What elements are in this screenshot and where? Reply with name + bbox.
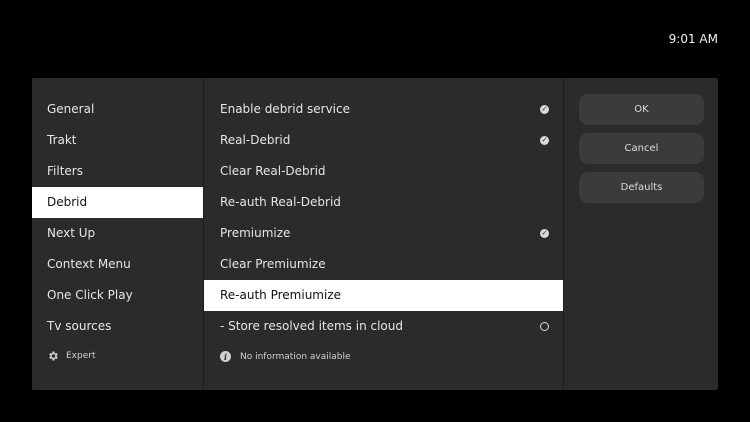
setting-description: i No information available — [220, 351, 351, 362]
setting-reauth-real-debrid[interactable]: Re-auth Real-Debrid — [204, 187, 563, 218]
dialog-buttons: OK Cancel Defaults — [564, 78, 718, 390]
check-icon: ✓ — [540, 136, 549, 145]
category-tv-sources[interactable]: Tv sources — [32, 311, 203, 342]
setting-premiumize[interactable]: Premiumize ✓ — [204, 218, 563, 249]
setting-clear-premiumize[interactable]: Clear Premiumize — [204, 249, 563, 280]
radio-off-icon — [540, 322, 549, 331]
category-list: General Trakt Filters Debrid Next Up Con… — [32, 78, 204, 390]
category-filters[interactable]: Filters — [32, 156, 203, 187]
setting-clear-real-debrid[interactable]: Clear Real-Debrid — [204, 156, 563, 187]
info-icon: i — [220, 351, 231, 362]
category-trakt[interactable]: Trakt — [32, 125, 203, 156]
setting-label: Re-auth Real-Debrid — [220, 195, 341, 209]
setting-enable-debrid[interactable]: Enable debrid service ✓ — [204, 94, 563, 125]
check-icon: ✓ — [540, 229, 549, 238]
clock: 9:01 AM — [668, 32, 718, 46]
check-icon: ✓ — [540, 105, 549, 114]
setting-label: Clear Real-Debrid — [220, 164, 326, 178]
description-text: No information available — [240, 351, 351, 362]
setting-label: Re-auth Premiumize — [220, 288, 342, 302]
setting-label: Real-Debrid — [220, 133, 291, 147]
setting-real-debrid[interactable]: Real-Debrid ✓ — [204, 125, 563, 156]
category-one-click-play[interactable]: One Click Play — [32, 280, 203, 311]
ok-button[interactable]: OK — [579, 94, 704, 125]
setting-label: Enable debrid service — [220, 102, 350, 116]
settings-level-label: Expert — [66, 351, 96, 361]
category-context-menu[interactable]: Context Menu — [32, 249, 203, 280]
setting-store-resolved-cloud[interactable]: - Store resolved items in cloud — [204, 311, 563, 342]
category-general[interactable]: General — [32, 94, 203, 125]
gear-icon — [49, 351, 58, 361]
category-debrid[interactable]: Debrid — [32, 187, 203, 218]
defaults-button[interactable]: Defaults — [579, 172, 704, 203]
cancel-button[interactable]: Cancel — [579, 133, 704, 164]
setting-label: Clear Premiumize — [220, 257, 326, 271]
setting-label: - Store resolved items in cloud — [220, 319, 403, 333]
settings-level-toggle[interactable]: Expert — [47, 350, 96, 362]
setting-reauth-premiumize[interactable]: Re-auth Premiumize — [204, 280, 563, 311]
settings-dialog: General Trakt Filters Debrid Next Up Con… — [32, 78, 718, 390]
category-next-up[interactable]: Next Up — [32, 218, 203, 249]
setting-label: Premiumize — [220, 226, 291, 240]
setting-list: Enable debrid service ✓ Real-Debrid ✓ Cl… — [204, 78, 564, 390]
